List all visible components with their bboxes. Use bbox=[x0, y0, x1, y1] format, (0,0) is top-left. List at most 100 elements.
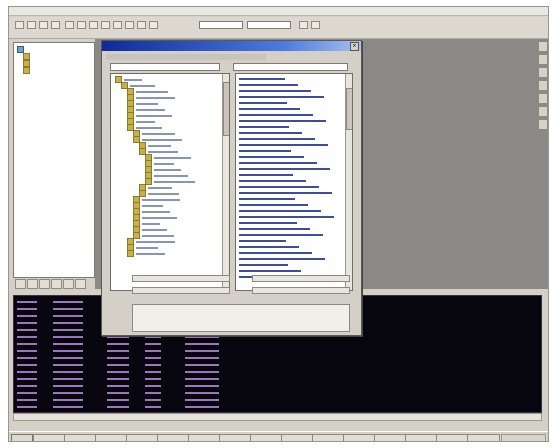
start-button[interactable] bbox=[11, 434, 33, 441]
size-field[interactable] bbox=[252, 287, 350, 294]
console-field bbox=[107, 406, 129, 408]
taskbar-item[interactable] bbox=[157, 434, 190, 441]
list-item-label bbox=[239, 96, 324, 98]
toolbar-button[interactable] bbox=[51, 21, 60, 29]
taskbar-item[interactable] bbox=[95, 434, 128, 441]
list-scrollbar[interactable] bbox=[345, 74, 352, 290]
console-field bbox=[17, 357, 37, 359]
list-item-label bbox=[239, 78, 285, 80]
description-box[interactable] bbox=[132, 304, 350, 332]
taskbar-item[interactable] bbox=[126, 434, 159, 441]
taskbar-item[interactable] bbox=[312, 434, 345, 441]
toolbar-button[interactable] bbox=[311, 21, 320, 29]
status-bar bbox=[9, 421, 548, 429]
side-button[interactable] bbox=[538, 119, 548, 130]
left-pane-buttons bbox=[15, 279, 95, 289]
tree-item[interactable] bbox=[17, 60, 94, 67]
pane-button[interactable] bbox=[15, 279, 26, 289]
console-field bbox=[107, 378, 129, 380]
tree-item[interactable] bbox=[17, 53, 94, 60]
toolbar-button[interactable] bbox=[65, 21, 74, 29]
pane-button[interactable] bbox=[75, 279, 86, 289]
taskbar-item[interactable] bbox=[33, 434, 66, 441]
scroll-thumb[interactable] bbox=[223, 82, 229, 136]
taskbar-item[interactable] bbox=[250, 434, 283, 441]
list-item-label bbox=[239, 174, 293, 176]
dialog-titlebar[interactable]: × bbox=[102, 41, 361, 51]
taskbar-item[interactable] bbox=[436, 434, 469, 441]
tree-item[interactable] bbox=[17, 67, 94, 74]
taskbar-item[interactable] bbox=[64, 434, 97, 441]
type-field[interactable] bbox=[252, 275, 350, 282]
left-tree-pane[interactable] bbox=[13, 42, 95, 278]
toolbar-button[interactable] bbox=[137, 21, 146, 29]
tree-node-label bbox=[142, 234, 174, 237]
console-field bbox=[185, 399, 219, 401]
pane-button[interactable] bbox=[39, 279, 50, 289]
tree-scrollbar[interactable] bbox=[222, 74, 229, 290]
scroll-thumb[interactable] bbox=[346, 88, 352, 130]
toolbar-button[interactable] bbox=[39, 21, 48, 29]
taskbar-item[interactable] bbox=[188, 434, 221, 441]
toolbar-button[interactable] bbox=[113, 21, 122, 29]
list-item-label bbox=[239, 186, 319, 188]
console-field bbox=[145, 378, 161, 380]
dialog-list-view[interactable] bbox=[235, 73, 353, 291]
tree-node-label bbox=[142, 216, 177, 219]
side-button[interactable] bbox=[538, 106, 548, 117]
tree-node-label bbox=[148, 150, 178, 153]
path-field[interactable] bbox=[110, 63, 220, 71]
toolbar-button[interactable] bbox=[27, 21, 36, 29]
pane-button[interactable] bbox=[63, 279, 74, 289]
tree-item[interactable] bbox=[17, 46, 94, 53]
tree-node-label bbox=[142, 138, 182, 141]
toolbar-button[interactable] bbox=[15, 21, 24, 29]
list-item-label bbox=[239, 150, 291, 152]
toolbar-button[interactable] bbox=[89, 21, 98, 29]
taskbar-item[interactable] bbox=[281, 434, 314, 441]
console-field bbox=[53, 336, 83, 338]
toolbar-combo[interactable] bbox=[199, 21, 243, 29]
taskbar-item[interactable] bbox=[467, 434, 500, 441]
name-field[interactable] bbox=[132, 275, 230, 282]
toolbar-button[interactable] bbox=[101, 21, 110, 29]
console-field bbox=[53, 301, 83, 303]
list-item-label bbox=[239, 156, 304, 158]
console-horizontal-scrollbar[interactable] bbox=[13, 413, 542, 421]
list-item-label bbox=[239, 240, 286, 242]
console-field bbox=[53, 378, 83, 380]
side-button[interactable] bbox=[538, 93, 548, 104]
console-field bbox=[53, 364, 83, 366]
side-button[interactable] bbox=[538, 80, 548, 91]
console-field bbox=[53, 392, 83, 394]
taskbar bbox=[9, 431, 548, 441]
toolbar-button[interactable] bbox=[125, 21, 134, 29]
pane-button[interactable] bbox=[27, 279, 38, 289]
list-item-label bbox=[239, 264, 288, 266]
console-field bbox=[107, 350, 129, 352]
filter-field[interactable] bbox=[233, 63, 348, 71]
console-field bbox=[17, 322, 37, 324]
side-button[interactable] bbox=[538, 41, 548, 52]
list-item-label bbox=[239, 162, 317, 164]
side-button[interactable] bbox=[538, 67, 548, 78]
close-icon[interactable]: × bbox=[350, 42, 359, 51]
toolbar-button[interactable] bbox=[149, 21, 158, 29]
tree-node[interactable] bbox=[115, 250, 229, 257]
pane-button[interactable] bbox=[51, 279, 62, 289]
tree-node-label bbox=[142, 198, 180, 201]
taskbar-item[interactable] bbox=[219, 434, 252, 441]
taskbar-item[interactable] bbox=[405, 434, 438, 441]
toolbar-combo[interactable] bbox=[247, 21, 291, 29]
side-button[interactable] bbox=[538, 54, 548, 65]
console-field bbox=[17, 350, 37, 352]
dialog-tree-view[interactable] bbox=[110, 73, 230, 291]
console-field bbox=[185, 378, 219, 380]
toolbar-button[interactable] bbox=[77, 21, 86, 29]
list-item-label bbox=[239, 180, 306, 182]
taskbar-item[interactable] bbox=[374, 434, 407, 441]
tree-node-label bbox=[136, 102, 158, 105]
taskbar-item[interactable] bbox=[343, 434, 376, 441]
file-field[interactable] bbox=[132, 287, 230, 294]
toolbar-button[interactable] bbox=[299, 21, 308, 29]
